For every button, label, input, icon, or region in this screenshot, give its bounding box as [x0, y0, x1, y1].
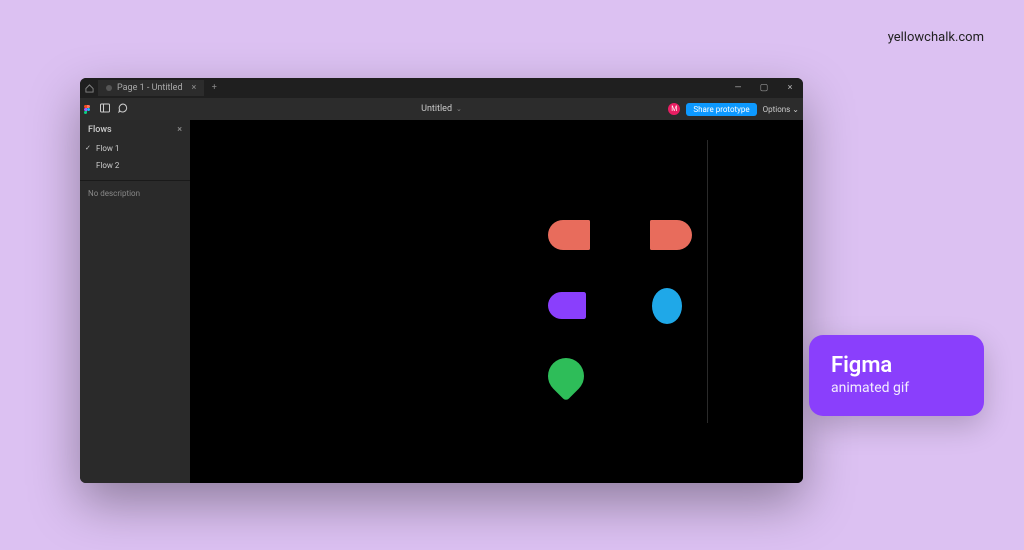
panel-title: Flows: [88, 125, 112, 135]
green-pin-shape: [541, 351, 592, 402]
tab-label: Page 1 - Untitled: [117, 83, 183, 93]
red-half-pill-right-shape: [650, 220, 692, 250]
chevron-down-icon: ⌄: [456, 105, 462, 113]
caption-title: Figma: [831, 353, 962, 378]
close-window-button[interactable]: ×: [777, 83, 803, 93]
minimize-button[interactable]: —: [725, 83, 751, 93]
home-icon[interactable]: [80, 84, 98, 93]
chevron-down-icon: ⌄: [792, 105, 799, 114]
options-dropdown[interactable]: Options ⌄: [763, 105, 799, 114]
user-avatar[interactable]: M: [668, 103, 680, 115]
flows-sidebar: Flows × Flow 1 Flow 2 No description: [80, 120, 190, 483]
share-prototype-button[interactable]: Share prototype: [686, 103, 756, 116]
comments-icon[interactable]: [118, 103, 128, 116]
document-tab[interactable]: Page 1 - Untitled ×: [98, 80, 204, 96]
document-title: Untitled: [421, 104, 452, 114]
window-titlebar: Page 1 - Untitled × + — ▢ ×: [80, 78, 803, 98]
close-tab-icon[interactable]: ×: [192, 83, 197, 93]
purple-half-pill-shape: [548, 292, 586, 319]
blue-ellipse-shape: [652, 288, 682, 324]
prototype-canvas[interactable]: [190, 120, 803, 483]
flow-item[interactable]: Flow 1: [80, 140, 190, 157]
toolbar: Untitled ⌄ M Share prototype Options ⌄: [80, 98, 803, 120]
new-tab-button[interactable]: +: [204, 83, 224, 93]
flow-item[interactable]: Flow 2: [80, 157, 190, 174]
sidebar-toggle-icon[interactable]: [100, 103, 110, 116]
red-half-pill-left-shape: [548, 220, 590, 250]
maximize-button[interactable]: ▢: [751, 83, 777, 93]
flow-description: No description: [80, 180, 190, 206]
frame-divider: [707, 140, 708, 423]
caption-card: Figma animated gif: [809, 335, 984, 416]
tab-dot-icon: [106, 85, 112, 91]
document-title-dropdown[interactable]: Untitled ⌄: [421, 104, 462, 114]
figma-logo-icon[interactable]: [84, 105, 92, 114]
figma-window: Page 1 - Untitled × + — ▢ ×: [80, 78, 803, 483]
close-panel-icon[interactable]: ×: [177, 125, 182, 135]
watermark-text: yellowchalk.com: [888, 30, 984, 45]
caption-subtitle: animated gif: [831, 380, 962, 396]
